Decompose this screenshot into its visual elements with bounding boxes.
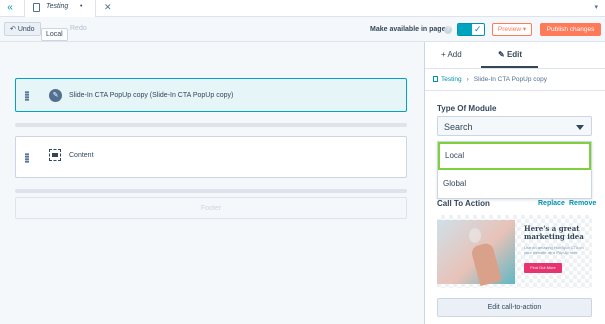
remove-link[interactable]: Remove	[569, 200, 596, 207]
editor-toolbar: ↶ Undo Redo Make available in pages ? ✓ …	[0, 17, 605, 42]
redo-button[interactable]: Redo	[64, 22, 93, 36]
edit-call-to-action-button[interactable]: Edit call-to-action	[437, 298, 592, 317]
type-of-module-label: Type Of Module	[437, 104, 497, 113]
pencil-icon: ✎	[498, 50, 505, 59]
undo-label: Undo	[17, 26, 35, 33]
tab-edit-label: Edit	[506, 50, 523, 59]
tooltip: Local	[41, 28, 68, 41]
cta-subtext: Use an amazing HubSpot CTA on your websi…	[524, 245, 584, 255]
call-to-action-label: Call To Action	[437, 199, 490, 208]
breadcrumb-root-link[interactable]: Testing	[441, 76, 462, 83]
preview-button[interactable]: Preview ▾	[492, 23, 532, 36]
tab-add-label: Add	[447, 50, 462, 59]
footer-region[interactable]: Footer	[15, 197, 407, 219]
publish-changes-button[interactable]: Publish changes	[540, 23, 601, 36]
tab-edit[interactable]: ✎ Edit	[498, 50, 522, 59]
tab-title: Testing	[46, 3, 69, 10]
toggle-knob	[458, 24, 472, 35]
module-content[interactable]: Content	[15, 136, 407, 178]
cta-heading: Here's a great marketing idea	[524, 224, 584, 241]
footer-label: Footer	[200, 205, 222, 212]
cta-module-icon: ✎	[49, 89, 62, 102]
tab-close-icon[interactable]: ✕	[104, 2, 112, 13]
cta-preview-image: Here's a great marketing idea Use an ama…	[437, 215, 592, 288]
option-local[interactable]: Local	[438, 142, 591, 170]
check-icon: ✓	[474, 24, 482, 34]
cta-find-out-more-button: Find Out More	[524, 263, 562, 273]
tab-unsaved-dot: •	[80, 3, 83, 10]
top-menu-chevron-icon[interactable]: ▾	[594, 3, 598, 11]
module-label: Slide-In CTA PopUp copy (Slide-In CTA Po…	[69, 92, 234, 99]
make-available-toggle[interactable]: ✓	[457, 23, 485, 36]
make-available-label: Make available in pages	[370, 26, 450, 33]
caret-down-icon	[576, 125, 584, 130]
document-icon	[33, 3, 40, 12]
document-icon	[433, 76, 438, 82]
section-divider	[15, 189, 407, 193]
module-type-select[interactable]: Search	[437, 116, 592, 136]
back-double-chevron-icon[interactable]: «	[4, 2, 16, 14]
select-value: Search	[444, 122, 473, 132]
divider	[425, 90, 605, 91]
breadcrumb-current: Slide-In CTA PopUp copy	[473, 76, 548, 83]
module-type-dropdown: Local Global	[437, 141, 592, 199]
editor-canvas: ✎ Slide-In CTA PopUp copy (Slide-In CTA …	[0, 42, 424, 324]
module-label: Content	[69, 152, 94, 159]
content-module-icon	[49, 149, 61, 161]
option-global[interactable]: Global	[438, 170, 591, 198]
plus-icon: +	[441, 50, 446, 59]
tab-testing[interactable]: Testing • ✕	[24, 0, 112, 17]
replace-link[interactable]: Replace	[538, 200, 565, 207]
edit-panel: + Add ✎ Edit Testing › Slide-In CTA PopUp …	[424, 42, 605, 324]
section-divider	[15, 123, 407, 127]
undo-button[interactable]: ↶ Undo	[4, 22, 41, 36]
help-icon[interactable]: ?	[444, 26, 452, 34]
divider	[425, 68, 605, 69]
top-bar: « Testing • ✕ ▾	[0, 0, 605, 17]
module-slide-in-cta[interactable]: ✎ Slide-In CTA PopUp copy (Slide-In CTA …	[15, 78, 407, 112]
tab-add[interactable]: + Add	[441, 50, 462, 59]
breadcrumb: Testing › Slide-In CTA PopUp copy	[433, 76, 547, 83]
drag-handle-icon[interactable]	[25, 91, 29, 101]
breadcrumb-separator: ›	[466, 76, 469, 83]
drag-handle-icon[interactable]	[25, 153, 29, 163]
